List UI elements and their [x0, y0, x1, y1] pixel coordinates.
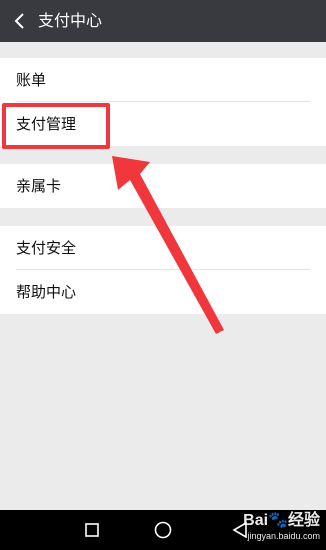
watermark-brand: Bai🐾经验	[243, 511, 320, 529]
annotation-arrow-icon	[112, 156, 224, 334]
recent-apps-button[interactable]	[80, 510, 104, 550]
home-icon	[154, 521, 172, 539]
home-button[interactable]	[151, 510, 175, 550]
recent-apps-icon	[85, 523, 99, 537]
watermark-url: jingyan.baidu.com	[247, 530, 320, 541]
watermark: Bai🐾经验 jingyan.baidu.com	[243, 505, 320, 547]
